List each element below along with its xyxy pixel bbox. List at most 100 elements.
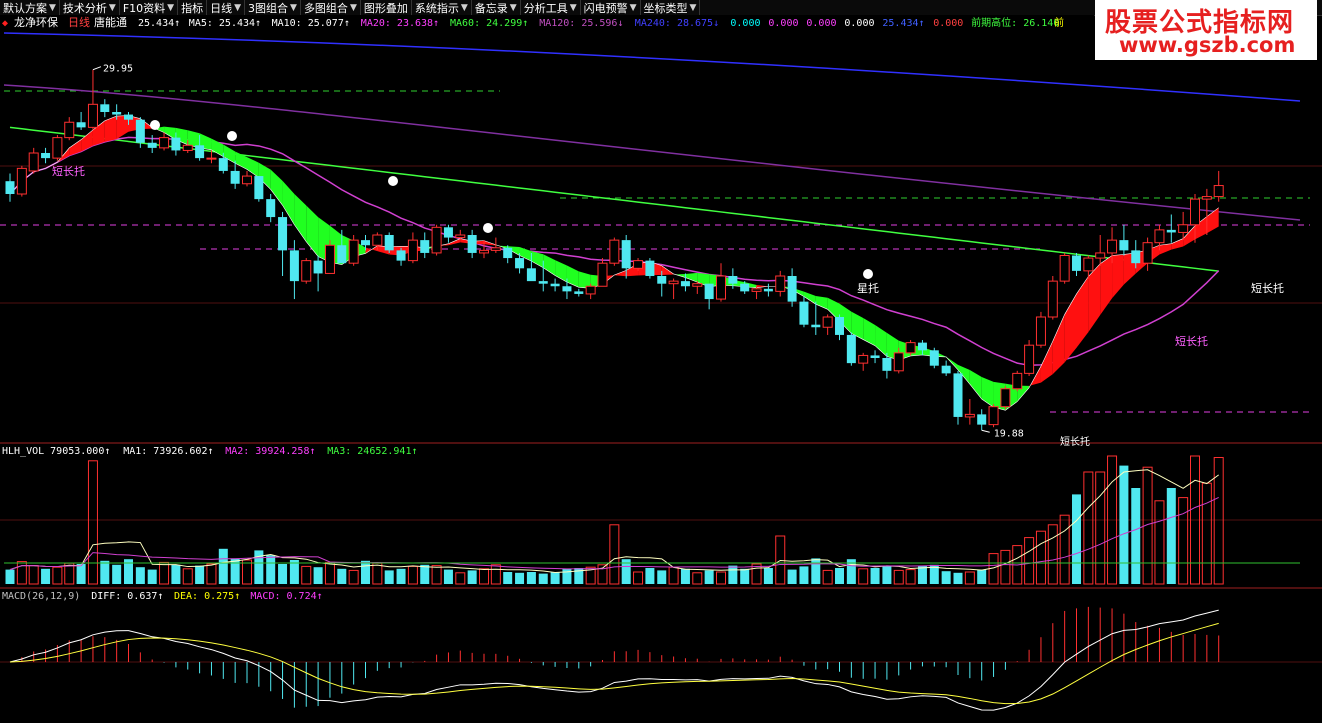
volume-bar: [479, 568, 489, 585]
candle-body: [526, 268, 536, 282]
main-header-value: 25.434↑: [138, 18, 180, 29]
macd-header-value: DIFF: 0.637↑: [91, 591, 163, 602]
volume-bar: [242, 559, 252, 585]
candle-body: [1131, 250, 1141, 264]
volume-bar: [324, 561, 335, 585]
low-marker: [981, 429, 990, 433]
candle-body: [147, 142, 157, 148]
main-header-value: 前期高位: 26.140: [971, 16, 1059, 29]
smiley-icon: [388, 176, 398, 186]
volume-bar: [420, 564, 430, 584]
volume-bar: [1166, 488, 1176, 584]
main-header-value: 0.000: [933, 18, 963, 29]
candle-body: [289, 250, 299, 282]
candle-body: [28, 152, 39, 172]
dea-line: [9, 622, 1219, 705]
ma-band-segment: [875, 324, 887, 357]
volume-bar: [135, 567, 145, 584]
macd-header-value: MACD(26,12,9): [2, 591, 80, 602]
candle-body: [41, 153, 51, 159]
candle-body: [775, 275, 786, 292]
volume-bar: [443, 569, 453, 584]
ma-band-segment: [543, 254, 556, 276]
candle-body: [1035, 316, 1046, 346]
volume-bar: [1035, 530, 1046, 585]
volume-bar: [704, 570, 714, 584]
volume-bar: [455, 572, 466, 585]
ma-band-segment: [863, 318, 876, 346]
ma-band-segment: [69, 139, 82, 156]
volume-bar: [1178, 497, 1189, 585]
candle-body: [372, 234, 383, 246]
candle-body: [112, 112, 122, 115]
candle-body: [515, 258, 525, 269]
candle-body: [621, 240, 631, 269]
vol-header-value: MA1: 73926.602↑: [123, 446, 213, 457]
candle-body: [5, 181, 15, 194]
volume-bar: [692, 572, 703, 585]
volume-bar: [1095, 471, 1106, 585]
stock-name: 龙净环保: [14, 15, 58, 29]
candle-body: [206, 157, 217, 160]
volume-bar: [41, 568, 51, 584]
candle-body: [1119, 240, 1129, 251]
candle-body: [324, 244, 335, 274]
ma-band-segment: [1052, 314, 1065, 375]
candle-body: [704, 283, 714, 300]
volume-bar: [633, 571, 644, 585]
volume-bar: [1047, 524, 1058, 585]
candle-body: [550, 283, 560, 287]
volume-bar: [1000, 549, 1011, 585]
volume-bar: [668, 566, 679, 585]
volume-bar: [87, 460, 98, 585]
candle-body: [135, 119, 145, 143]
candle-body: [1201, 196, 1212, 200]
vol-header-value: MA2: 39924.258↑: [225, 446, 315, 457]
volume-bar: [372, 562, 383, 585]
candle-body: [1166, 229, 1176, 233]
volume-bar: [787, 569, 797, 584]
main-header-value: 0.000: [730, 18, 760, 29]
candle-body: [254, 176, 264, 200]
vol-header-value: HLH_VOL 79053.000↑: [2, 446, 110, 457]
volume-bar: [1119, 465, 1129, 584]
candle-body: [822, 316, 833, 328]
volume-bar: [52, 566, 63, 585]
volume-bar: [348, 569, 359, 585]
candle-body: [182, 144, 193, 151]
candle-body: [893, 352, 904, 372]
candle-body: [917, 342, 927, 351]
volume-bar: [384, 570, 394, 584]
volume-bar: [289, 560, 299, 584]
vol-ma1-line: [9, 469, 1219, 573]
candle-body: [100, 104, 110, 112]
candle-body: [301, 260, 312, 282]
ma-band-segment: [566, 265, 579, 288]
candle-body: [763, 288, 773, 292]
candle-body: [692, 283, 703, 287]
volume-bar: [112, 564, 122, 584]
candle-body: [799, 301, 809, 325]
candle-body: [811, 324, 821, 328]
candle-body: [1154, 229, 1165, 244]
candle-body: [1059, 255, 1070, 282]
candle-body: [941, 365, 951, 374]
volume-bar: [230, 558, 240, 584]
candle-body: [1012, 372, 1023, 390]
volume-bar: [76, 564, 86, 584]
candle-body: [1083, 257, 1094, 272]
candle-body: [609, 239, 620, 264]
macd-header-value: MACD: 0.724↑: [250, 591, 322, 602]
volume-bar: [503, 572, 513, 584]
ma-band-segment: [81, 129, 93, 152]
smiley-icon: [863, 269, 873, 279]
volume-bar: [905, 569, 916, 585]
candle-body: [1190, 198, 1200, 226]
volume-bar: [882, 565, 892, 584]
volume-bar: [100, 560, 110, 584]
volume-bar: [799, 566, 809, 584]
candle-body: [538, 281, 548, 284]
main-header-value: MA10: 25.077↑: [272, 18, 350, 29]
vol-header-value: MA3: 24652.941↑: [327, 446, 417, 457]
main-header-value: 前: [1054, 16, 1064, 29]
